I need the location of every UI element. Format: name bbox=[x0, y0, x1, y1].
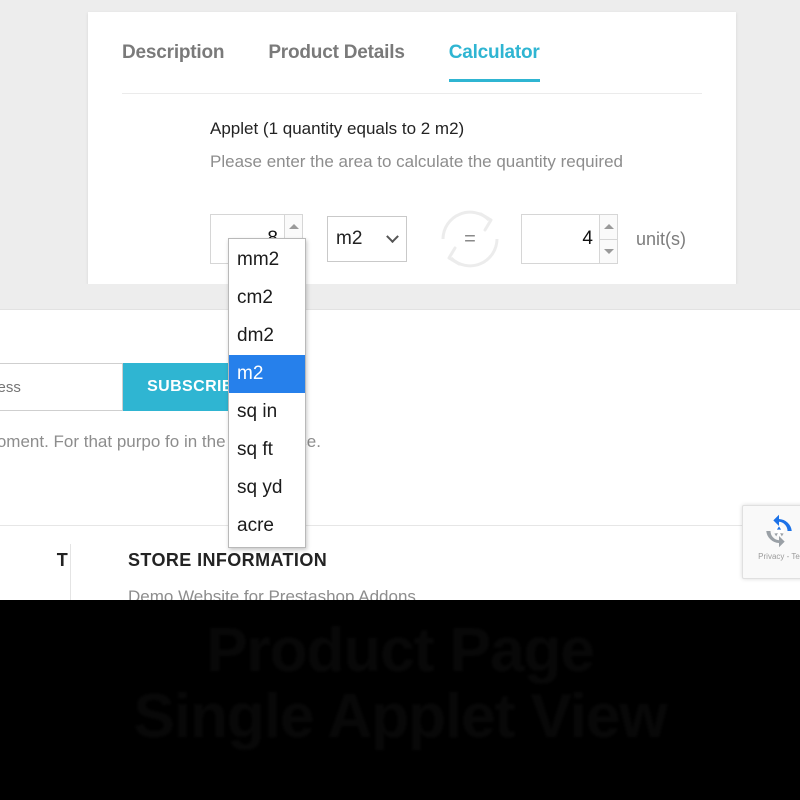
newsletter-legal-text: ny moment. For that purpo fo in the lega… bbox=[0, 432, 321, 451]
dropdown-option-sq-ft[interactable]: sq ft bbox=[229, 431, 305, 469]
dropdown-option-cm2[interactable]: cm2 bbox=[229, 279, 305, 317]
overlay-title-line1: Product Page bbox=[206, 616, 595, 685]
tab-product-details[interactable]: Product Details bbox=[268, 42, 405, 80]
dropdown-option-mm2[interactable]: mm2 bbox=[229, 241, 305, 279]
dropdown-option-m2[interactable]: m2 bbox=[229, 355, 305, 393]
recaptcha-icon bbox=[766, 514, 792, 548]
result-spinner-up[interactable] bbox=[600, 215, 617, 240]
dropdown-option-acre[interactable]: acre bbox=[229, 507, 305, 545]
triangle-up-icon bbox=[603, 224, 614, 230]
refresh-circular-arrows-icon: = bbox=[429, 198, 511, 280]
area-spinner-up[interactable] bbox=[285, 215, 302, 240]
calculator-subtitle: Please enter the area to calculate the q… bbox=[210, 152, 623, 171]
page-root: Description Product Details Calculator A… bbox=[0, 0, 800, 800]
triangle-up-icon bbox=[288, 224, 299, 230]
dropdown-option-sq-in[interactable]: sq in bbox=[229, 393, 305, 431]
tab-calculator[interactable]: Calculator bbox=[448, 42, 540, 82]
store-information-title: STORE INFORMATION bbox=[128, 550, 328, 570]
store-information-column: STORE INFORMATION Demo Website for Prest… bbox=[128, 550, 416, 607]
result-spinner-down[interactable] bbox=[600, 239, 617, 263]
overlay-title-line2: Single Applet View bbox=[133, 681, 667, 751]
footer-column-title-truncated: T bbox=[56, 550, 68, 570]
newsletter-section: SUBSCRIBE ny moment. For that purpo fo i… bbox=[0, 310, 800, 525]
footer-section: T STORE INFORMATION Demo Website for Pre… bbox=[0, 525, 800, 606]
unit-select[interactable]: m2 bbox=[327, 216, 407, 262]
recaptcha-privacy-terms-label[interactable]: Privacy - Te bbox=[758, 552, 800, 561]
equals-symbol: = bbox=[464, 228, 476, 250]
footer-column-separator bbox=[70, 544, 71, 602]
chevron-down-icon bbox=[386, 230, 399, 244]
calculator-title: Applet (1 quantity equals to 2 m2) bbox=[210, 119, 465, 138]
unit-dropdown-list[interactable]: mm2 cm2 dm2 m2 sq in sq ft sq yd acre bbox=[228, 238, 306, 548]
overlay-title: Product Page Single Applet View bbox=[0, 618, 800, 749]
newsletter-email-input[interactable] bbox=[0, 363, 123, 411]
result-unit-label: unit(s) bbox=[636, 228, 687, 249]
tab-description[interactable]: Description bbox=[122, 42, 225, 80]
product-tabs-panel: Description Product Details Calculator A… bbox=[88, 12, 736, 284]
result-spinner[interactable] bbox=[599, 214, 618, 264]
triangle-down-icon bbox=[603, 248, 614, 254]
result-input-group bbox=[521, 214, 618, 264]
overlay-banner: Product Page Single Applet View bbox=[0, 600, 800, 800]
dropdown-option-dm2[interactable]: dm2 bbox=[229, 317, 305, 355]
product-tabs: Description Product Details Calculator bbox=[122, 42, 702, 94]
recaptcha-badge[interactable]: Privacy - Te bbox=[742, 505, 800, 579]
unit-select-value: m2 bbox=[336, 228, 363, 249]
dropdown-option-sq-yd[interactable]: sq yd bbox=[229, 469, 305, 507]
section-divider bbox=[0, 284, 800, 310]
result-input[interactable] bbox=[521, 214, 599, 264]
